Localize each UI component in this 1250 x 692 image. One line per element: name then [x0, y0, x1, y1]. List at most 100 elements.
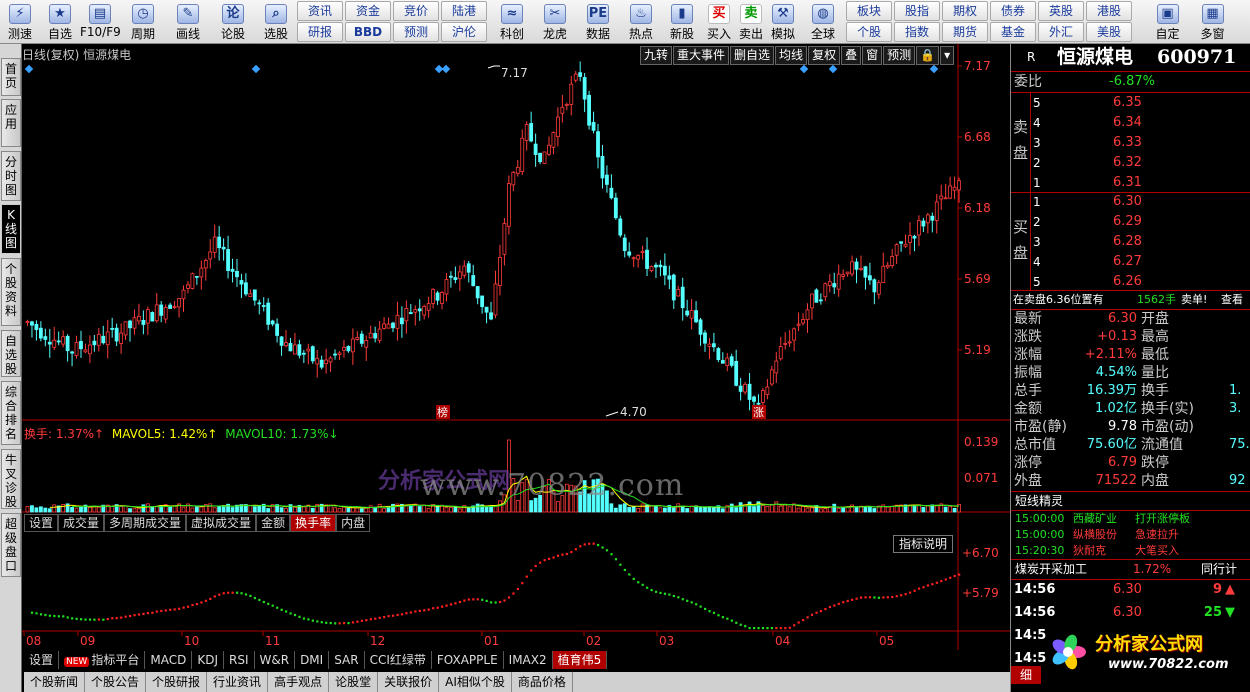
- toolbar-grid2-cell-0-4[interactable]: 英股: [1038, 1, 1084, 21]
- info-tab-3[interactable]: 行业资讯: [207, 672, 269, 692]
- toolbar-kechuang-button[interactable]: ≈ 科创: [492, 0, 532, 44]
- toolbar-pencil-button[interactable]: ✎ 画线: [168, 0, 208, 44]
- left-tab-3[interactable]: K线图: [1, 204, 21, 254]
- tick-detail-tab[interactable]: 细: [1011, 666, 1041, 684]
- chart-tool-1[interactable]: 重大事件: [673, 46, 730, 65]
- bottom-tab-2[interactable]: MACD: [145, 651, 193, 669]
- indicator-tab-1[interactable]: 成交量: [58, 514, 105, 532]
- toolbar-select-stock-button[interactable]: ⌕ 选股: [256, 0, 296, 44]
- toolbar-pe-data-button[interactable]: PE 数据: [578, 0, 618, 44]
- left-tab-5[interactable]: 自选股: [1, 330, 21, 377]
- toolbar-ipo-button[interactable]: ▮ 新股: [662, 0, 702, 44]
- left-tab-4[interactable]: 个股资料: [1, 258, 21, 326]
- chart-tool-0[interactable]: 九转: [640, 46, 673, 65]
- toolbar-simulate-button[interactable]: ⚒ 模拟: [767, 0, 799, 44]
- info-tab-4[interactable]: 高手观点: [268, 672, 330, 692]
- toolbar-hot-button[interactable]: ♨ 热点: [621, 0, 661, 44]
- indicator-tab-5[interactable]: 换手率: [290, 514, 337, 532]
- chart-tool-4[interactable]: 复权: [808, 46, 841, 65]
- toolbar-grid2-cell-0-2[interactable]: 期权: [942, 1, 988, 21]
- info-tab-5[interactable]: 论股堂: [329, 672, 379, 692]
- toolbar-speed-button[interactable]: ⚡ 测速: [0, 0, 40, 44]
- toolbar-discuss-button[interactable]: 论论股: [213, 0, 253, 44]
- toolbar-grid1-cell-0-1[interactable]: 资金: [345, 1, 391, 21]
- chart-tool-5[interactable]: 叠: [841, 46, 862, 65]
- info-tab-2[interactable]: 个股研报: [146, 672, 208, 692]
- event-diamond-icon[interactable]: [828, 64, 838, 74]
- bottom-tab-9[interactable]: FOXAPPLE: [431, 651, 504, 669]
- short-item-name[interactable]: 狄耐克: [1073, 542, 1106, 560]
- toolbar-grid2-cell-0-0[interactable]: 板块: [846, 1, 892, 21]
- chart-tool-3[interactable]: 均线: [775, 46, 808, 65]
- event-diamond-icon[interactable]: [24, 64, 34, 74]
- bottom-tab-0[interactable]: 设置: [24, 651, 60, 669]
- toolbar-globe-button[interactable]: ◍ 全球: [803, 0, 843, 44]
- left-tab-8[interactable]: 超级盘口: [1, 513, 21, 577]
- info-tab-1[interactable]: 个股公告: [85, 672, 147, 692]
- toolbar-grid1-cell-1-3[interactable]: 沪伦: [441, 22, 487, 42]
- info-tab-8[interactable]: 商品价格: [512, 672, 573, 692]
- toolbar-grid1-cell-1-0[interactable]: 研报: [297, 22, 343, 42]
- event-diamond-icon[interactable]: [799, 64, 809, 74]
- bottom-tab-11[interactable]: 植育伟5: [552, 651, 608, 669]
- toolbar-grid1-cell-0-0[interactable]: 资讯: [297, 1, 343, 21]
- toolbar-grid2-cell-0-3[interactable]: 债券: [990, 1, 1036, 21]
- bottom-tab-3[interactable]: KDJ: [192, 651, 224, 669]
- indicator-tab-6[interactable]: 内盘: [336, 514, 371, 532]
- indicator-tab-2[interactable]: 多周期成交量: [104, 514, 187, 532]
- bottom-tab-7[interactable]: SAR: [329, 651, 365, 669]
- bottom-tab-4[interactable]: RSI: [224, 651, 255, 669]
- left-tab-1[interactable]: 应用: [1, 99, 21, 147]
- toolbar-grid1-cell-1-1[interactable]: BBD: [345, 22, 391, 42]
- info-tab-7[interactable]: AI相似个股: [439, 672, 512, 692]
- bottom-tab-8[interactable]: CCI红绿带: [364, 651, 432, 669]
- toolbar-grid1-cell-0-3[interactable]: 陆港: [441, 1, 487, 21]
- chart-tool-6[interactable]: 窗: [862, 46, 883, 65]
- toolbar-f10-button[interactable]: ▤ F10/F9: [80, 0, 121, 44]
- volume-bar: [685, 508, 690, 513]
- toolbar-custom-button[interactable]: ▣ 自定: [1145, 0, 1190, 44]
- toolbar-grid2-cell-0-1[interactable]: 股指: [894, 1, 940, 21]
- event-diamond-icon[interactable]: [929, 64, 939, 74]
- toolbar-grid2-cell-1-4[interactable]: 外汇: [1038, 22, 1084, 42]
- toolbar-grid2-cell-0-5[interactable]: 港股: [1086, 1, 1132, 21]
- info-tab-6[interactable]: 关联报价: [378, 672, 440, 692]
- candle-body: [61, 336, 66, 345]
- indicator-tab-3[interactable]: 虚拟成交量: [186, 514, 257, 532]
- chart-tool-2[interactable]: 删自选: [730, 46, 775, 65]
- chart-tool-7[interactable]: 预测: [883, 46, 916, 65]
- indicator-explain-button[interactable]: 指标说明: [893, 535, 954, 553]
- bottom-tab-5[interactable]: W&R: [254, 651, 296, 669]
- indicator-tab-4[interactable]: 金额: [256, 514, 291, 532]
- toolbar-grid2-cell-1-5[interactable]: 美股: [1086, 22, 1132, 42]
- toolbar-grid2-cell-1-0[interactable]: 个股: [846, 22, 892, 42]
- toolbar-grid2-cell-1-1[interactable]: 指数: [894, 22, 940, 42]
- volume-bar: [881, 504, 886, 513]
- left-tab-6[interactable]: 综合排名: [1, 381, 21, 445]
- volume-bar: [449, 507, 453, 513]
- kline-chart[interactable]: 7.17 6.68 6.18 5.69 5.19 0.139 0.071 +6.70 +5.79…: [22, 44, 1010, 672]
- toolbar-grid1-cell-0-2[interactable]: 竞价: [393, 1, 439, 21]
- toolbar-grid1-cell-1-2[interactable]: 预测: [393, 22, 439, 42]
- chart-tool-8[interactable]: 🔒: [916, 46, 940, 65]
- chart-tool-9[interactable]: ▾: [940, 46, 955, 65]
- left-tab-7[interactable]: 牛叉诊股: [1, 449, 21, 509]
- toolbar-sell-button[interactable]: 卖卖出: [735, 0, 767, 44]
- indicator-tab-0[interactable]: 设置: [24, 514, 59, 532]
- order-more-link[interactable]: 查看: [1221, 291, 1243, 309]
- bottom-tab-1[interactable]: NEW 指标平台: [59, 651, 146, 669]
- toolbar-clock-button[interactable]: ◷ 周期: [123, 0, 163, 44]
- toolbar-grid2-cell-1-2[interactable]: 期货: [942, 22, 988, 42]
- toolbar-grid2-cell-1-3[interactable]: 基金: [990, 22, 1036, 42]
- bottom-tab-10[interactable]: IMAX2: [503, 651, 553, 669]
- toolbar-multiwindow-button[interactable]: ▦ 多窗: [1190, 0, 1235, 44]
- toolbar-dragon-tiger-button[interactable]: ✂ 龙虎: [535, 0, 575, 44]
- info-tab-0[interactable]: 个股新闻: [24, 672, 86, 692]
- toolbar-buy-button[interactable]: 买买入: [703, 0, 735, 44]
- left-tab-2[interactable]: 分时图: [1, 151, 21, 201]
- event-diamond-icon[interactable]: [251, 64, 261, 74]
- event-diamond-icon[interactable]: [441, 64, 451, 74]
- left-tab-0[interactable]: 首页: [1, 58, 21, 96]
- bottom-tab-6[interactable]: DMI: [295, 651, 330, 669]
- toolbar-star-button[interactable]: ★ 自选: [40, 0, 80, 44]
